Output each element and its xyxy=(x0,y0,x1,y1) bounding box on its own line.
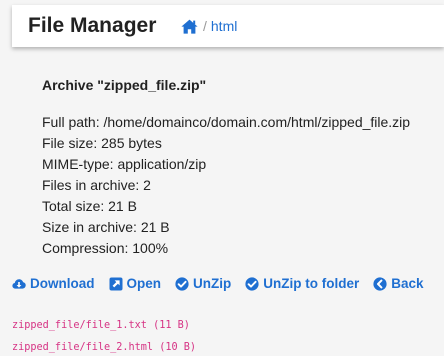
compression-info: Compression: 100% xyxy=(42,240,169,256)
archive-file-list: zipped_file/file_1.txt (11 B) zipped_fil… xyxy=(12,315,196,356)
files-in-archive-info: Files in archive: 2 xyxy=(42,177,151,193)
full-path-info: Full path: /home/domainco/domain.com/htm… xyxy=(42,114,411,130)
unzip-label: UnZip xyxy=(193,276,232,291)
file-size-info: File size: 285 bytes xyxy=(42,135,162,151)
download-button[interactable]: Download xyxy=(12,275,95,293)
cloud-download-icon xyxy=(12,279,26,289)
home-icon[interactable] xyxy=(181,19,198,34)
total-size-info: Total size: 21 B xyxy=(42,198,137,214)
unzip-to-folder-button[interactable]: UnZip to folder xyxy=(245,275,359,293)
unzip-to-folder-label: UnZip to folder xyxy=(263,276,360,291)
check-circle-icon xyxy=(175,277,189,291)
breadcrumb-current-folder[interactable]: html xyxy=(211,17,237,35)
archive-file-entry: zipped_file/file_1.txt (11 B) xyxy=(12,320,190,331)
breadcrumb: / html xyxy=(181,17,237,35)
app-title: File Manager xyxy=(28,14,157,37)
archive-file-entry: zipped_file/file_2.html (10 B) xyxy=(12,342,197,353)
size-in-archive-info: Size in archive: 21 B xyxy=(42,219,170,235)
top-header: File Manager / html xyxy=(12,5,444,47)
chevron-left-circle-icon xyxy=(373,277,387,291)
open-button[interactable]: Open xyxy=(109,275,162,293)
back-label: Back xyxy=(391,276,424,291)
unzip-button[interactable]: UnZip xyxy=(175,275,231,293)
archive-actions: Download Open UnZip UnZip to folder Back xyxy=(12,275,424,293)
check-circle-icon xyxy=(245,277,259,291)
archive-title: Archive "zipped_file.zip" xyxy=(42,77,207,93)
archive-info-list: Full path: /home/domainco/domain.com/htm… xyxy=(42,112,410,259)
open-label: Open xyxy=(126,276,162,291)
file-manager-page: File Manager / html Archive "zipped_file… xyxy=(0,0,444,356)
external-link-icon xyxy=(109,277,122,291)
download-label: Download xyxy=(30,276,95,291)
back-button[interactable]: Back xyxy=(373,275,424,293)
breadcrumb-separator: / xyxy=(203,18,207,34)
mime-type-info: MIME-type: application/zip xyxy=(42,156,207,172)
